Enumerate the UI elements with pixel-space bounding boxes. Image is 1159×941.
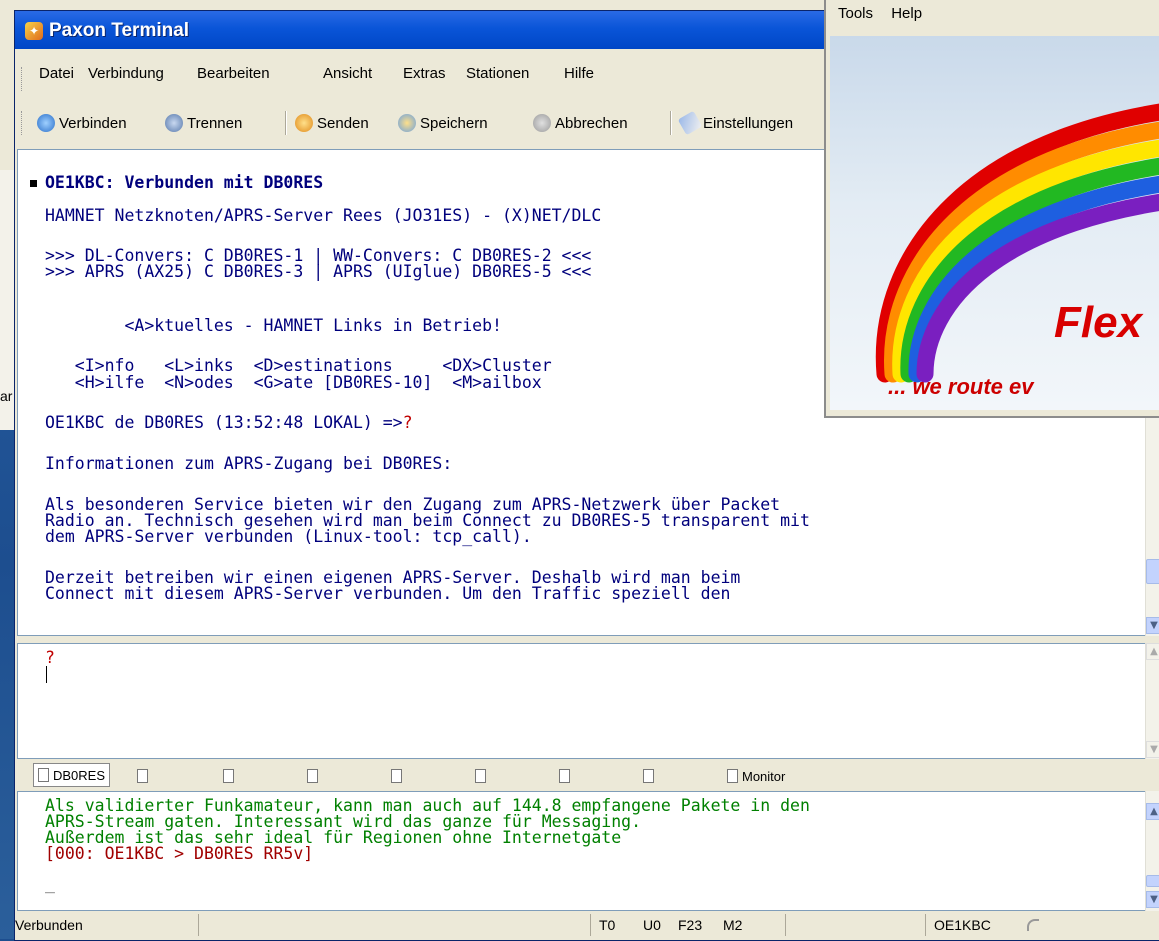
status-empty-panel: [198, 914, 567, 936]
tab-monitor[interactable]: Monitor: [727, 765, 785, 787]
menu-stationen[interactable]: Stationen: [452, 65, 529, 82]
status-f: F23: [678, 917, 703, 933]
text-cursor: [46, 666, 47, 683]
terminal-line: >>> APRS (AX25) C DB0RES-3 | APRS (UIglu…: [45, 262, 592, 281]
status-t: T0: [590, 914, 615, 936]
toolbar-separator: [285, 111, 287, 135]
flexnet-menu-help[interactable]: Help: [891, 5, 922, 22]
menu-hilfe[interactable]: Hilfe: [550, 65, 594, 82]
status-bar: Verbunden T0 U0 F23 M2 OE1KBC: [15, 911, 1159, 940]
tab-channel-2[interactable]: [137, 765, 148, 787]
terminal-line: OE1KBC: Verbunden mit DB0RES: [45, 173, 324, 192]
settings-button[interactable]: Einstellungen: [677, 110, 794, 136]
scroll-down-arrow-icon[interactable]: ▼: [1146, 741, 1159, 758]
flexnet-logo-text: Flex: [1054, 298, 1143, 347]
document-icon: [475, 769, 486, 783]
connect-label: Verbinden: [59, 114, 127, 132]
connect-icon: [37, 114, 55, 132]
resize-grip-icon[interactable]: [1027, 919, 1039, 931]
status-callsign: OE1KBC: [925, 914, 991, 936]
flexnet-menubar: Tools Help: [838, 5, 922, 22]
document-icon: [223, 769, 234, 783]
menu-verbindung[interactable]: Verbindung: [74, 65, 164, 82]
save-label: Speichern: [420, 114, 488, 132]
status-m: M2: [723, 917, 743, 933]
input-text: ?: [45, 648, 55, 667]
terminal-line: Informationen zum APRS-Zugang bei DB0RES…: [45, 454, 453, 473]
tab-channel-5[interactable]: [391, 765, 402, 787]
tab-label: DB0RES: [53, 767, 106, 783]
tab-channel-7[interactable]: [559, 765, 570, 787]
tab-channel-3[interactable]: [223, 765, 234, 787]
window-title: Paxon Terminal: [49, 20, 190, 41]
connection-bullet: [30, 180, 37, 187]
status-connection: Verbunden: [15, 917, 83, 933]
cancel-button[interactable]: Abbrechen: [533, 112, 628, 134]
save-icon: [398, 114, 416, 132]
menu-ansicht[interactable]: Ansicht: [309, 65, 372, 82]
rainbow-graphic: [875, 103, 1159, 383]
send-label: Senden: [317, 114, 369, 132]
disconnect-label: Trennen: [187, 114, 243, 132]
tab-channel-4[interactable]: [307, 765, 318, 787]
scroll-down-arrow-icon[interactable]: ▼: [1146, 891, 1159, 908]
flexnet-menu-tools[interactable]: Tools: [838, 5, 873, 22]
tab-channel-8[interactable]: [643, 765, 654, 787]
document-icon: [137, 769, 148, 783]
terminal-line: <H>ilfe <N>odes <G>ate [DB0RES-10] <M>ai…: [45, 373, 542, 392]
channel-tabs: DB0RES Monitor: [15, 761, 1159, 789]
document-icon: [559, 769, 570, 783]
input-editor[interactable]: ?: [17, 643, 1147, 759]
flexnet-tagline: ... we route ev: [888, 374, 1034, 399]
tab-channel-6[interactable]: [475, 765, 486, 787]
monitor-cursor: _: [45, 874, 55, 893]
terminal-prompt-line: OE1KBC de DB0RES (13:52:48 LOKAL) =>?: [45, 413, 413, 432]
app-icon: ✦: [25, 22, 43, 40]
terminal-prompt-text: OE1KBC de DB0RES (13:52:48 LOKAL) =>: [45, 413, 403, 432]
settings-icon: [677, 110, 703, 136]
background-window-strip: ar: [0, 170, 15, 430]
send-button[interactable]: Senden: [295, 112, 369, 134]
document-icon: [391, 769, 402, 783]
disconnect-icon: [165, 114, 183, 132]
cancel-icon: [533, 114, 551, 132]
monitor-scroll-thumb[interactable]: [1146, 875, 1159, 887]
tab-db0res[interactable]: DB0RES: [33, 763, 111, 787]
document-icon: [38, 768, 49, 782]
disconnect-button[interactable]: Trennen: [165, 112, 242, 134]
monitor-output[interactable]: Als validierter Funkamateur, kann man au…: [17, 791, 1147, 911]
send-icon: [295, 114, 313, 132]
settings-label: Einstellungen: [703, 114, 794, 132]
terminal-prompt-char: ?: [402, 413, 413, 432]
status-u: U0: [643, 917, 661, 933]
terminal-scroll-thumb[interactable]: [1146, 559, 1159, 584]
input-scrollbar[interactable]: ▲ ▼: [1145, 643, 1159, 759]
terminal-line: <I>nfo <L>inks <D>estinations <DX>Cluste…: [45, 356, 552, 375]
cancel-label: Abbrechen: [555, 114, 628, 132]
monitor-status-line: [000: OE1KBC > DB0RES RR5v]: [45, 844, 314, 863]
scroll-up-arrow-icon[interactable]: ▲: [1146, 643, 1159, 660]
terminal-line: dem APRS-Server verbunden (Linux-tool: t…: [45, 527, 532, 546]
document-icon: [307, 769, 318, 783]
background-window-fragment: ar: [0, 388, 13, 404]
tab-label: Monitor: [742, 768, 786, 784]
terminal-line: Connect mit diesem APRS-Server verbunden…: [45, 584, 731, 603]
connect-button[interactable]: Verbinden: [37, 112, 127, 134]
menu-extras[interactable]: Extras: [389, 65, 446, 82]
menu-datei[interactable]: Datei: [25, 65, 74, 82]
monitor-scrollbar[interactable]: ▲ ▼: [1145, 791, 1159, 911]
toolbar-separator: [670, 111, 672, 135]
document-icon: [727, 769, 738, 783]
flexnet-logo-image: Flex ... we route ev: [830, 36, 1159, 410]
scroll-up-arrow-icon[interactable]: ▲: [1146, 803, 1159, 820]
terminal-line: <A>ktuelles - HAMNET Links in Betrieb!: [45, 316, 502, 335]
flexnet-window: Tools Help Flex ... we route ev: [824, 0, 1159, 418]
document-icon: [643, 769, 654, 783]
menu-bearbeiten[interactable]: Bearbeiten: [183, 65, 270, 82]
terminal-line: HAMNET Netzknoten/APRS-Server Rees (JO31…: [45, 206, 602, 225]
save-button[interactable]: Speichern: [398, 112, 488, 134]
status-spacer: [785, 914, 914, 936]
scroll-down-arrow-icon[interactable]: ▼: [1146, 617, 1159, 634]
